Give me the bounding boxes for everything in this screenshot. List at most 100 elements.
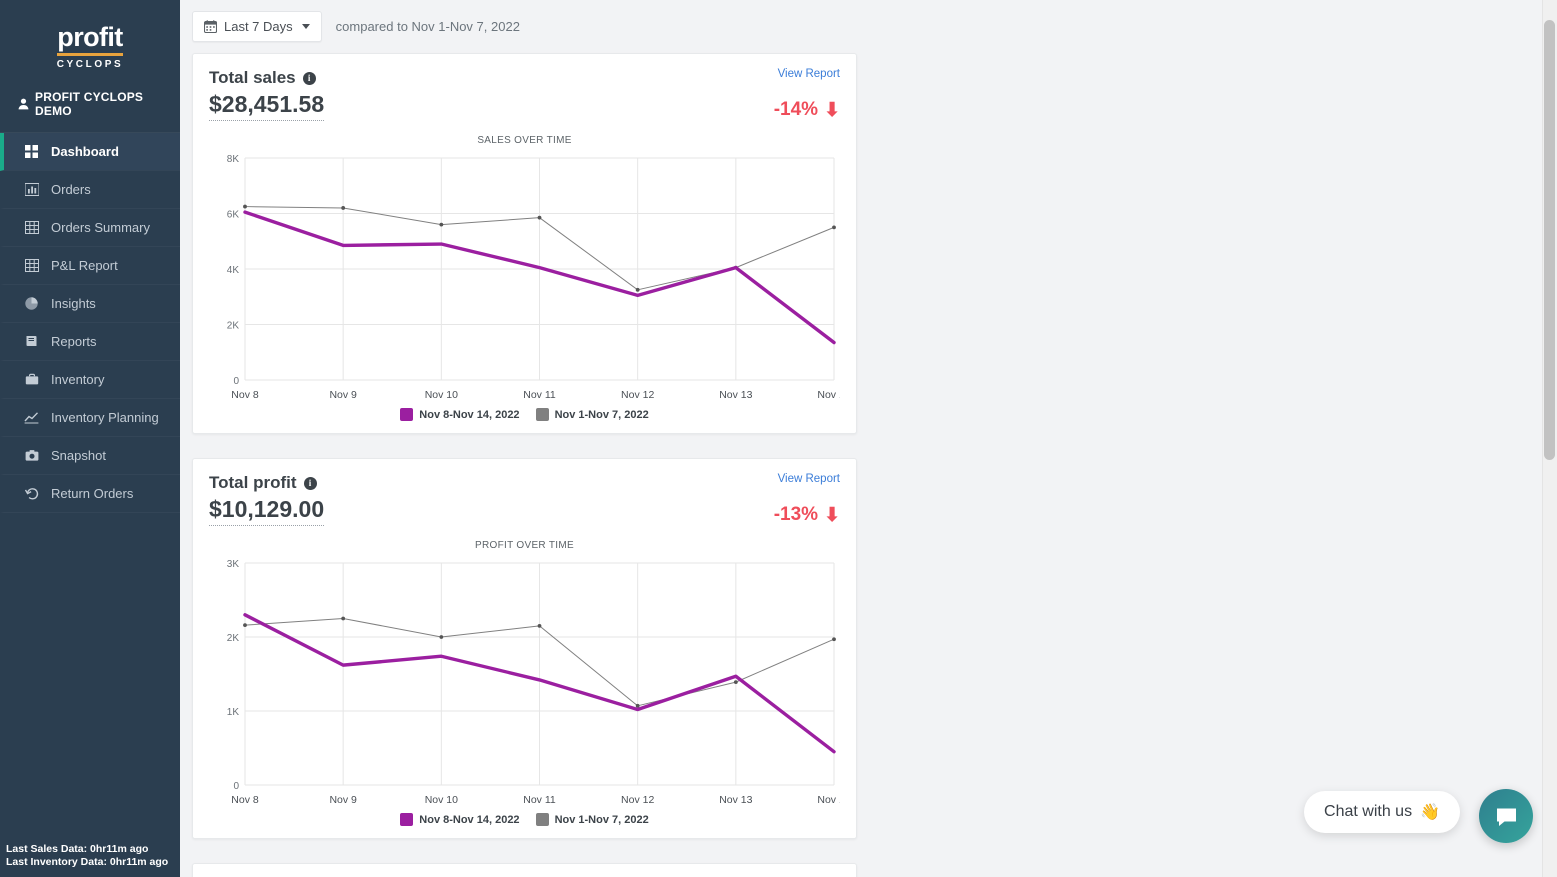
svg-text:Nov 9: Nov 9 (329, 794, 357, 806)
undo-icon (24, 487, 39, 500)
card-header: Total sales i View Report (209, 68, 840, 88)
chart-svg: 01K2K3KNov 8Nov 9Nov 10Nov 11Nov 12Nov 1… (209, 553, 840, 811)
legend-swatch-current (400, 813, 413, 826)
sidebar-item-label: Reports (51, 334, 97, 349)
chart-legend: Nov 8-Nov 14, 2022 Nov 1-Nov 7, 2022 (209, 408, 840, 421)
legend-swatch-previous (536, 813, 549, 826)
card-title: Total sales i (209, 68, 316, 88)
sidebar-item-inventory[interactable]: Inventory (0, 361, 180, 399)
app-root: profit CYCLOPS PROFIT CYCLOPS DEMO Dashb… (0, 0, 1557, 877)
legend-item-previous[interactable]: Nov 1-Nov 7, 2022 (536, 408, 649, 421)
legend-item-previous[interactable]: Nov 1-Nov 7, 2022 (536, 813, 649, 826)
info-icon[interactable]: i (304, 477, 317, 490)
card-total-order: Total order i View Report 1,480 -15% ⬇ O… (192, 863, 857, 877)
sidebar-item-label: Snapshot (51, 448, 106, 463)
vertical-scrollbar-thumb[interactable] (1544, 20, 1555, 460)
compare-period-label: compared to Nov 1-Nov 7, 2022 (336, 19, 520, 34)
sidebar-item-label: Inventory Planning (51, 410, 159, 425)
arrow-down-icon: ⬇ (824, 101, 840, 120)
view-report-link[interactable]: View Report (778, 473, 840, 485)
svg-text:3K: 3K (227, 559, 240, 570)
sidebar-nav: Dashboard Orders Orders Summary P&L Repo… (0, 132, 180, 513)
chat-launcher-button[interactable] (1479, 789, 1533, 843)
legend-item-current[interactable]: Nov 8-Nov 14, 2022 (400, 408, 519, 421)
sidebar-footer: Last Sales Data: 0hr11m ago Last Invento… (0, 843, 180, 869)
sidebar-item-orders-summary[interactable]: Orders Summary (0, 209, 180, 247)
legend-swatch-previous (536, 408, 549, 421)
user-icon (18, 98, 29, 110)
svg-text:8K: 8K (227, 154, 240, 165)
logo-subtext: CYCLOPS (0, 59, 180, 70)
table-icon (24, 259, 39, 272)
svg-text:Nov 13: Nov 13 (719, 794, 752, 806)
sidebar-item-label: Inventory (51, 372, 104, 387)
bar-chart-icon (24, 183, 39, 196)
legend-swatch-current (400, 408, 413, 421)
arrow-down-icon: ⬇ (824, 506, 840, 525)
sidebar-item-snapshot[interactable]: Snapshot (0, 437, 180, 475)
sidebar-item-reports[interactable]: Reports (0, 323, 180, 361)
svg-text:Nov 8: Nov 8 (231, 794, 259, 806)
vertical-scrollbar-track[interactable] (1542, 0, 1557, 877)
sidebar-item-orders[interactable]: Orders (0, 171, 180, 209)
svg-text:Nov 11: Nov 11 (523, 794, 556, 806)
card-value: $28,451.58 (209, 91, 324, 121)
sidebar-item-label: Orders Summary (51, 220, 150, 235)
grid-icon (24, 145, 39, 158)
svg-text:6K: 6K (227, 210, 240, 221)
chart-legend: Nov 8-Nov 14, 2022 Nov 1-Nov 7, 2022 (209, 813, 840, 826)
legend-label-previous: Nov 1-Nov 7, 2022 (555, 814, 649, 826)
sidebar-item-label: P&L Report (51, 258, 118, 273)
chat-prompt-label: Chat with us (1324, 803, 1412, 821)
legend-item-current[interactable]: Nov 8-Nov 14, 2022 (400, 813, 519, 826)
sidebar-item-pl-report[interactable]: P&L Report (0, 247, 180, 285)
sidebar-item-label: Return Orders (51, 486, 133, 501)
waving-hand-icon: 👋 (1420, 802, 1440, 822)
date-range-selector[interactable]: Last 7 Days (192, 11, 322, 42)
card-delta-label: -13% (774, 504, 818, 526)
app-logo[interactable]: profit CYCLOPS (0, 0, 180, 80)
chart-total-sales: 02K4K6K8KNov 8Nov 9Nov 10Nov 11Nov 12Nov… (209, 148, 840, 406)
chart-caption: PROFIT OVER TIME (209, 540, 840, 551)
sidebar-item-dashboard[interactable]: Dashboard (0, 133, 180, 171)
account-name-label: PROFIT CYCLOPS DEMO (35, 90, 180, 118)
table-icon (24, 221, 39, 234)
chart-svg: 02K4K6K8KNov 8Nov 9Nov 10Nov 11Nov 12Nov… (209, 148, 840, 406)
sidebar-item-label: Dashboard (51, 144, 119, 159)
pie-chart-icon (24, 297, 39, 310)
sidebar-item-insights[interactable]: Insights (0, 285, 180, 323)
calendar-icon (204, 20, 217, 33)
svg-text:4K: 4K (227, 265, 240, 276)
last-sales-data-label: Last Sales Data: 0hr11m ago (6, 843, 180, 856)
svg-text:Nov 9: Nov 9 (329, 389, 357, 401)
card-header: Total profit i View Report (209, 473, 840, 493)
info-icon[interactable]: i (303, 72, 316, 85)
chevron-down-icon (302, 24, 310, 29)
line-chart-icon (24, 411, 39, 424)
svg-text:0: 0 (233, 781, 239, 792)
sidebar-item-label: Insights (51, 296, 96, 311)
card-delta-label: -14% (774, 99, 818, 121)
svg-text:Nov 12: Nov 12 (621, 389, 654, 401)
book-icon (24, 335, 39, 348)
card-delta: -14% ⬇ (774, 99, 840, 121)
chart-total-profit: 01K2K3KNov 8Nov 9Nov 10Nov 11Nov 12Nov 1… (209, 553, 840, 811)
view-report-link[interactable]: View Report (778, 68, 840, 80)
svg-text:2K: 2K (227, 633, 240, 644)
svg-text:0: 0 (233, 376, 239, 387)
card-metrics: $28,451.58 -14% ⬇ (209, 91, 840, 121)
chat-prompt[interactable]: Chat with us 👋 (1304, 791, 1460, 833)
account-name[interactable]: PROFIT CYCLOPS DEMO (0, 80, 180, 132)
card-total-profit: Total profit i View Report $10,129.00 -1… (192, 458, 857, 839)
logo-wordmark: profit (57, 22, 122, 56)
sidebar-item-return-orders[interactable]: Return Orders (0, 475, 180, 513)
date-range-label: Last 7 Days (224, 19, 293, 34)
legend-label-current: Nov 8-Nov 14, 2022 (419, 409, 519, 421)
sidebar-item-inventory-planning[interactable]: Inventory Planning (0, 399, 180, 437)
sidebar: profit CYCLOPS PROFIT CYCLOPS DEMO Dashb… (0, 0, 180, 877)
camera-icon (24, 449, 39, 462)
svg-text:Nov 13: Nov 13 (719, 389, 752, 401)
card-title-label: Total sales (209, 68, 296, 88)
kpi-card-grid: Total sales i View Report $28,451.58 -14… (180, 53, 1557, 877)
last-inventory-data-label: Last Inventory Data: 0hr11m ago (6, 856, 180, 869)
